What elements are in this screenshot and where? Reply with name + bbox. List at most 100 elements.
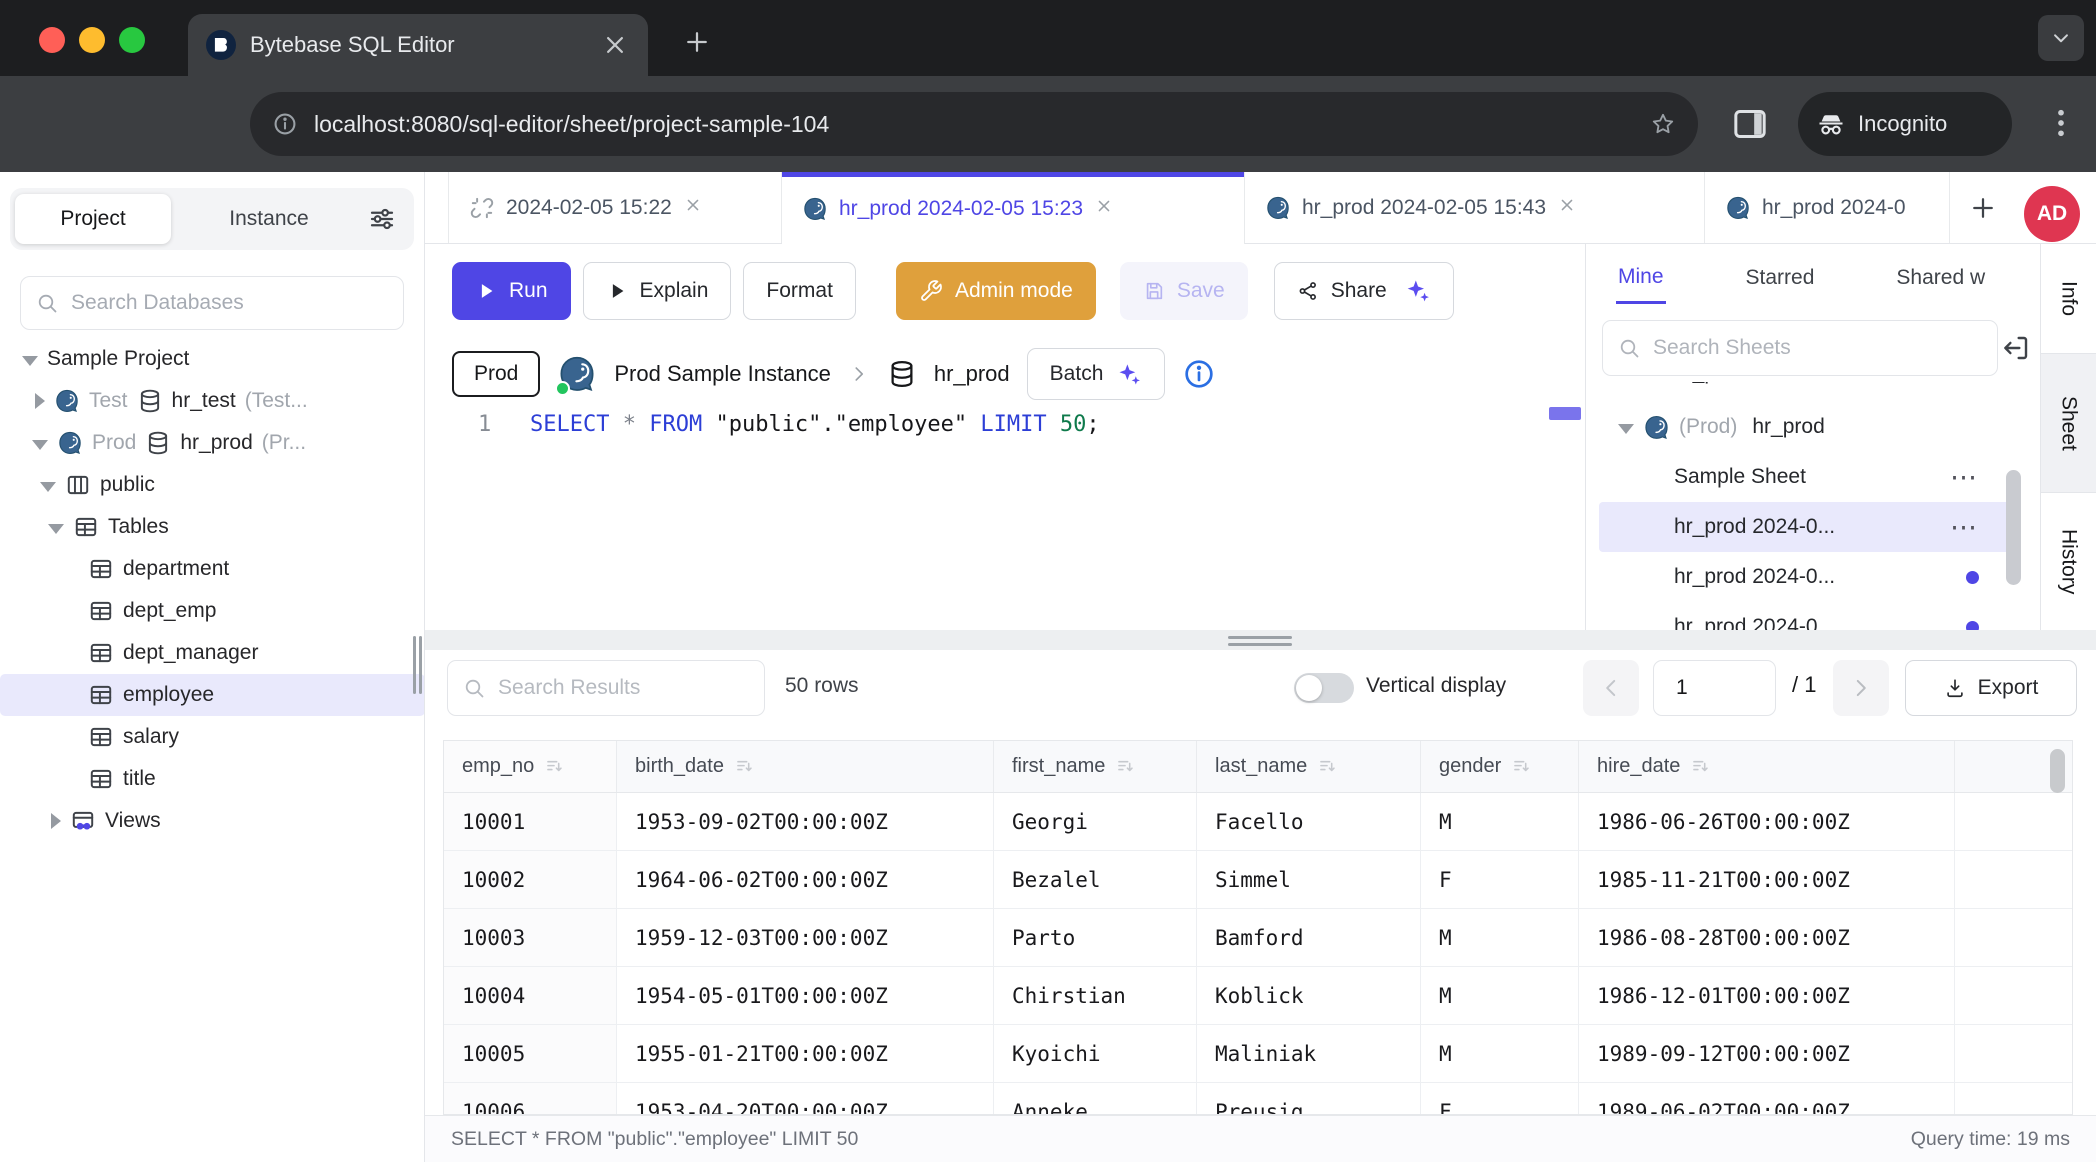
table-cell[interactable]: 1985-11-21T00:00:00Z — [1579, 851, 1955, 908]
table-cell[interactable]: Facello — [1197, 793, 1421, 850]
next-page-button[interactable] — [1833, 660, 1889, 716]
table-cell[interactable]: 1955-01-21T00:00:00Z — [617, 1025, 994, 1082]
close-icon[interactable] — [600, 30, 630, 60]
collapse-panel-icon[interactable] — [2000, 332, 2032, 364]
table-cell[interactable]: 10001 — [444, 793, 617, 850]
table-cell[interactable]: 1954-05-01T00:00:00Z — [617, 967, 994, 1024]
column-header[interactable]: last_name — [1197, 741, 1421, 792]
table-cell[interactable]: Anneke — [994, 1083, 1197, 1115]
table-row[interactable]: 100061953-04-20T00:00:00ZAnnekePreusigF1… — [444, 1083, 2072, 1115]
share-button[interactable]: Share — [1274, 262, 1454, 320]
sheet-panel-tab[interactable]: Shared w — [1894, 252, 1987, 302]
format-button[interactable]: Format — [743, 262, 856, 320]
table-cell[interactable]: M — [1421, 909, 1579, 966]
sidebar-resize-handle[interactable] — [419, 636, 422, 694]
caret-closed-icon[interactable] — [35, 393, 45, 409]
info-icon[interactable] — [1182, 357, 1216, 391]
tree-item[interactable]: title — [0, 758, 425, 800]
new-browser-tab-button[interactable] — [682, 27, 712, 57]
run-button[interactable]: Run — [452, 262, 571, 320]
table-cell[interactable]: 1986-12-01T00:00:00Z — [1579, 967, 1955, 1024]
tab-instance[interactable]: Instance — [171, 207, 367, 231]
tree-item[interactable]: department — [0, 548, 425, 590]
sheet-tab[interactable]: 2024-02-05 15:22 — [448, 172, 782, 243]
tree-item[interactable]: Views — [0, 800, 425, 842]
browser-menu-icon[interactable] — [2042, 104, 2080, 142]
sheet-list-item[interactable]: hr_prod 2024-0 — [1586, 602, 2040, 630]
database-search-input[interactable] — [69, 290, 389, 316]
results-search-input[interactable] — [496, 675, 750, 701]
table-cell[interactable]: F — [1421, 851, 1579, 908]
batch-button[interactable]: Batch — [1027, 348, 1166, 400]
table-cell[interactable]: Maliniak — [1197, 1025, 1421, 1082]
table-cell[interactable]: 1989-06-02T00:00:00Z — [1579, 1083, 1955, 1115]
export-button[interactable]: Export — [1905, 660, 2077, 716]
table-cell[interactable]: Koblick — [1197, 967, 1421, 1024]
address-bar[interactable]: localhost:8080/sql-editor/sheet/project-… — [250, 92, 1698, 156]
bookmark-star-icon[interactable] — [1650, 111, 1676, 137]
avatar[interactable]: AD — [2024, 186, 2080, 242]
page-number-input[interactable] — [1653, 660, 1776, 716]
column-header[interactable]: first_name — [994, 741, 1197, 792]
table-cell[interactable]: 10003 — [444, 909, 617, 966]
sheet-search-input[interactable] — [1651, 335, 1983, 361]
table-cell[interactable]: Parto — [994, 909, 1197, 966]
divider-drag-handle[interactable] — [1228, 643, 1292, 646]
table-cell[interactable]: Georgi — [994, 793, 1197, 850]
sheet-list-scrollbar[interactable] — [2006, 470, 2021, 585]
site-info-icon[interactable] — [272, 111, 298, 137]
table-cell[interactable]: 1989-09-12T00:00:00Z — [1579, 1025, 1955, 1082]
save-button[interactable]: Save — [1120, 262, 1248, 320]
caret-open-icon[interactable] — [32, 440, 48, 450]
tree-item[interactable]: public — [0, 464, 425, 506]
sheet-list-item[interactable]: hr_prod 2024-0... ⋯ — [1599, 502, 2014, 552]
tree-item[interactable]: Prodhr_prod(Pr... — [0, 422, 425, 464]
table-cell[interactable]: 10006 — [444, 1083, 617, 1115]
column-header[interactable]: hire_date — [1579, 741, 1955, 792]
tab-search-button[interactable] — [2038, 15, 2084, 61]
database-search[interactable] — [20, 276, 404, 330]
editor-scrollbar-marker[interactable] — [1549, 407, 1581, 420]
sheet-group-header[interactable]: (Prod) hr_prod — [1586, 402, 2040, 452]
prev-page-button[interactable] — [1583, 660, 1639, 716]
new-sheet-button[interactable] — [1968, 193, 1998, 223]
table-cell[interactable]: M — [1421, 967, 1579, 1024]
caret-open-icon[interactable] — [40, 482, 56, 492]
table-cell[interactable]: Bezalel — [994, 851, 1197, 908]
table-cell[interactable]: 1964-06-02T00:00:00Z — [617, 851, 994, 908]
table-cell[interactable]: F — [1421, 1083, 1579, 1115]
sql-code-line[interactable]: SELECT * FROM "public"."employee" LIMIT … — [530, 412, 1100, 437]
tree-item[interactable]: Testhr_test(Test... — [0, 380, 425, 422]
table-cell[interactable]: 10004 — [444, 967, 617, 1024]
tab-project[interactable]: Project — [15, 194, 171, 244]
table-cell[interactable]: 1953-04-20T00:00:00Z — [617, 1083, 994, 1115]
close-icon[interactable] — [683, 195, 709, 221]
table-cell[interactable]: Chirstian — [994, 967, 1197, 1024]
table-row[interactable]: 100031959-12-03T00:00:00ZPartoBamfordM19… — [444, 909, 2072, 967]
caret-open-icon[interactable] — [48, 524, 64, 534]
tree-item[interactable]: employee — [0, 674, 425, 716]
sheet-panel-tab[interactable]: Starred — [1744, 252, 1817, 302]
table-cell[interactable]: Kyoichi — [994, 1025, 1197, 1082]
table-cell[interactable]: 1959-12-03T00:00:00Z — [617, 909, 994, 966]
vertical-display-toggle[interactable] — [1294, 673, 1354, 703]
table-row[interactable]: 100011953-09-02T00:00:00ZGeorgiFacelloM1… — [444, 793, 2072, 851]
caret-closed-icon[interactable] — [51, 813, 61, 829]
caret-open-icon[interactable] — [1618, 424, 1634, 434]
table-scrollbar[interactable] — [2050, 749, 2065, 793]
instance-name[interactable]: Prod Sample Instance — [614, 361, 830, 387]
caret-open-icon[interactable] — [22, 356, 38, 366]
close-icon[interactable] — [1557, 195, 1583, 221]
tree-item[interactable]: dept_manager — [0, 632, 425, 674]
sheet-tab[interactable]: hr_prod 2024-0 — [1705, 172, 1950, 243]
filter-settings-icon[interactable] — [367, 204, 397, 234]
column-header[interactable]: gender — [1421, 741, 1579, 792]
sheet-tab[interactable]: hr_prod 2024-02-05 15:43 — [1245, 172, 1705, 243]
window-close-button[interactable] — [39, 27, 65, 53]
sheet-list-item[interactable]: Sample Sheet ⋯ — [1586, 452, 2040, 502]
table-cell[interactable]: 1986-08-28T00:00:00Z — [1579, 909, 1955, 966]
admin-mode-button[interactable]: Admin mode — [896, 262, 1096, 320]
tree-item[interactable]: salary — [0, 716, 425, 758]
browser-tab[interactable]: Bytebase SQL Editor — [188, 14, 648, 76]
table-cell[interactable]: M — [1421, 793, 1579, 850]
